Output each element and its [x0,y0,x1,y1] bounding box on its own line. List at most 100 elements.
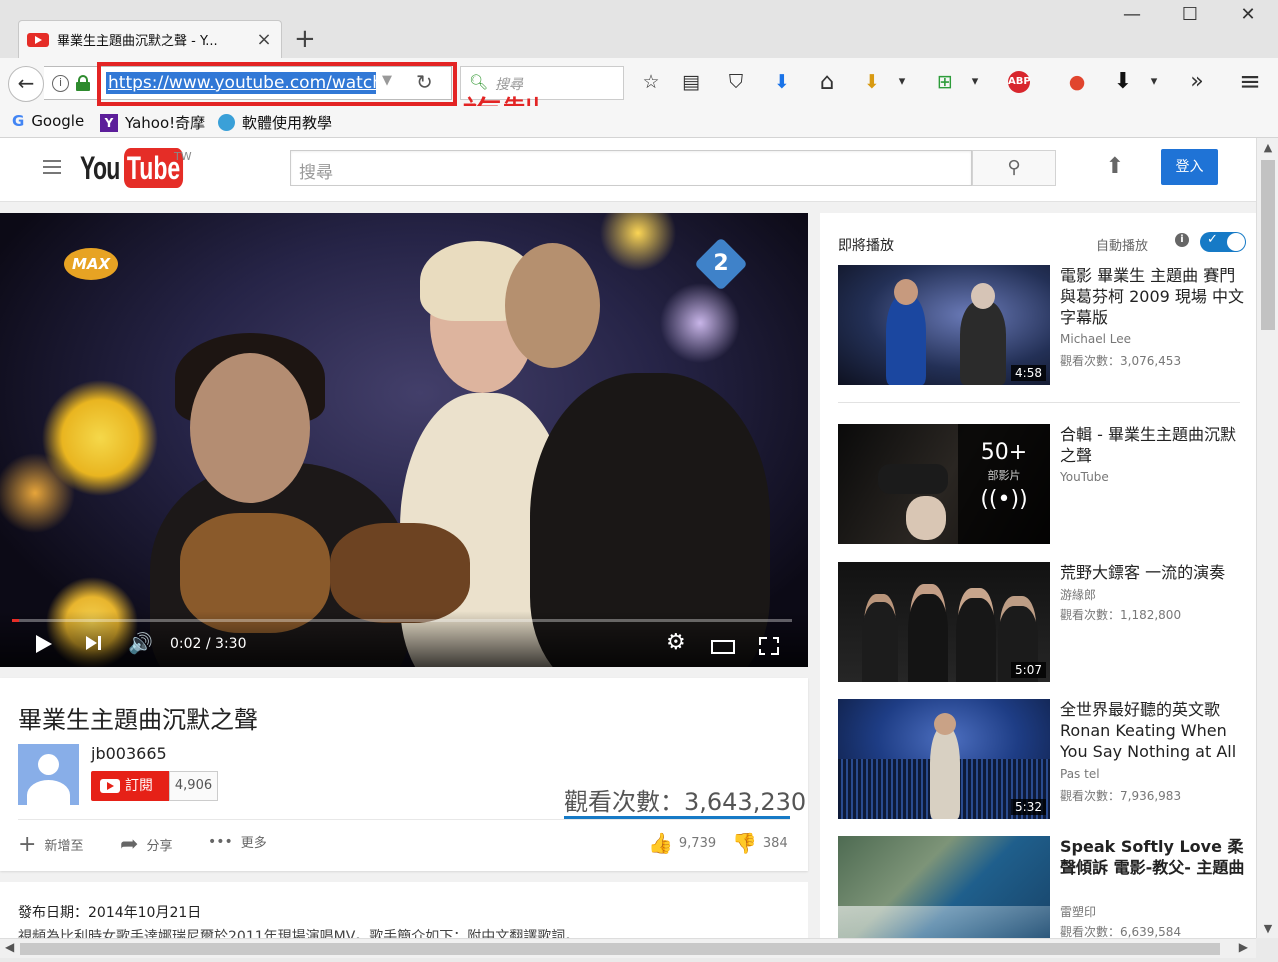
like-button[interactable]: 👍 9,739 [648,831,716,855]
list-item[interactable]: 5:32 全世界最好聽的英文歌 Ronan Keating When You S… [838,699,1248,821]
back-button[interactable]: ← [8,66,44,102]
bookmark-software[interactable]: 軟體使用教學 [218,112,332,133]
view-count: 觀看次數：3,643,230 [564,788,807,816]
scroll-left-icon[interactable]: ◀ [5,940,14,954]
bookmark-label: Yahoo!奇摩 [125,114,206,132]
new-tab-button[interactable]: + [294,24,316,54]
upload-icon[interactable]: ⬆ [1100,154,1130,184]
volume-icon[interactable]: 🔊 [128,631,153,655]
video-thumbnail[interactable] [838,836,1050,938]
view-count: 觀看次數：1,182,800 [1060,608,1182,622]
video-title[interactable]: 合輯 - 畢業生主題曲沉默之聲 [1060,424,1246,466]
dropdown-icon[interactable]: ▾ [892,58,912,106]
bookmark-google[interactable]: G Google [12,112,84,130]
guide-menu-icon[interactable] [43,160,61,174]
thumbs-up-icon: 👍 [648,831,673,855]
share-icon: ➦ [120,832,139,857]
video-thumbnail[interactable]: 5:32 [838,699,1050,819]
site-info-icon[interactable]: i [52,75,69,92]
autoplay-label: 自動播放 [1096,239,1149,254]
musician-shape [862,602,898,682]
video-title[interactable]: 荒野大鏢客 一流的演奏 [1060,562,1246,583]
more-icon: ••• [208,833,233,850]
performer-head [971,283,995,309]
minimize-button[interactable]: — [1118,4,1146,25]
scrollbar-thumb[interactable] [20,943,1220,955]
dropdown-icon[interactable]: ▾ [965,58,985,106]
avatar[interactable] [18,744,79,805]
dropdown-icon[interactable]: ▾ [1144,58,1164,106]
subscribe-button[interactable]: 訂閱 [91,771,169,801]
theater-mode-icon[interactable] [711,640,735,654]
youtube-logo[interactable]: You Tube TW [80,148,206,188]
scroll-right-icon[interactable]: ▶ [1239,940,1248,954]
browser-search-input[interactable]: 搜尋 [495,74,523,94]
list-item[interactable]: 5:07 荒野大鏢客 一流的演奏 游緣郎 觀看次數：1,182,800 [838,562,1248,684]
menu-icon[interactable]: ≡ [1235,58,1265,106]
fullscreen-icon[interactable] [759,637,779,655]
info-icon[interactable]: i [1175,233,1189,247]
singer-shape [930,727,960,819]
url-input[interactable]: https://www.youtube.com/watch [106,72,376,94]
video-player[interactable]: MAX 2 🔊 0:02 / 3:30 ⚙ [0,213,808,667]
video-thumbnail[interactable]: 50+ 部影片 ((•)) [838,424,1050,544]
home-icon[interactable]: ⌂ [812,58,842,106]
dislike-button[interactable]: 👎 384 [732,831,788,855]
translate-icon[interactable]: ⊞ [930,58,960,106]
tab-bar: 畢業生主題曲沉默之聲 - Y... × + — ☐ ✕ [0,0,1278,58]
gear-icon[interactable]: ⚙ [666,630,686,655]
search-button[interactable]: ⚲ [972,150,1056,186]
channel-name[interactable]: jb003665 [91,744,167,763]
tab-close-icon[interactable]: × [255,29,273,50]
scroll-down-icon[interactable]: ▼ [1257,922,1278,935]
video-thumbnail[interactable]: 4:58 [838,265,1050,385]
youtube-search-input[interactable]: 搜尋 [290,150,972,186]
maximize-button[interactable]: ☐ [1176,4,1204,25]
pocket-icon[interactable]: ⛉ [721,58,751,106]
list-item[interactable]: 50+ 部影片 ((•)) 合輯 - 畢業生主題曲沉默之聲 YouTube [838,424,1248,546]
scrollbar-thumb[interactable] [1261,160,1275,330]
divider [838,402,1240,403]
share-button[interactable]: ➦ 分享 [120,832,172,857]
thumbs-down-icon: 👎 [732,831,757,855]
video-title[interactable]: Speak Softly Love 柔聲傾訴 電影-教父- 主題曲 [1060,836,1246,878]
reload-icon[interactable]: ↻ [416,70,433,94]
divider [18,819,790,820]
downloads-icon[interactable]: ⬇ [1108,58,1138,106]
add-to-button[interactable]: + 新增至 [18,832,83,857]
adblock-icon[interactable]: ABP [1004,58,1034,106]
address-bar[interactable]: i https://www.youtube.com/watch ▼ ↻ [44,62,457,106]
reading-list-icon[interactable]: ▤ [676,58,706,106]
microphone-shape [878,464,948,494]
duration-badge: 4:58 [1011,365,1046,381]
horizontal-scrollbar[interactable]: ◀ ▶ [0,938,1256,958]
autoplay-toggle[interactable]: ✓ [1200,232,1246,252]
video-title[interactable]: 全世界最好聽的英文歌 Ronan Keating When You Say No… [1060,699,1246,762]
vertical-scrollbar[interactable]: ▲ ▼ [1256,138,1278,938]
progress-bar[interactable] [12,619,792,622]
time-display: 0:02 / 3:30 [170,636,247,652]
download-helper-icon[interactable]: ⬇ [857,58,887,106]
more-button[interactable]: ••• 更多 [208,832,267,852]
video-title[interactable]: 電影 畢業生 主題曲 賽門與葛芬柯 2009 現場 中文字幕版 [1060,265,1246,328]
fullscreen-corner [759,649,765,655]
dislike-count: 384 [762,835,788,851]
browser-tab-active[interactable]: 畢業生主題曲沉默之聲 - Y... × [18,20,282,58]
search-engine-icon[interactable]: 🔍︎ [469,73,488,91]
video-thumbnail[interactable]: 5:07 [838,562,1050,682]
video-info-card: 畢業生主題曲沉默之聲 jb003665 訂閱 4,906 觀看次數：3,643,… [0,678,808,871]
sign-in-button[interactable]: 登入 [1161,149,1218,185]
progress-fill [12,619,20,622]
download-arrow-icon[interactable]: ⬇ [767,58,797,106]
url-history-dropdown-icon[interactable]: ▼ [382,73,392,88]
bookmark-star-icon[interactable]: ☆ [636,58,666,106]
color-picker-icon[interactable]: ● [1062,58,1092,106]
overflow-icon[interactable]: » [1182,58,1212,106]
play-icon[interactable] [36,635,52,653]
list-item[interactable]: Speak Softly Love 柔聲傾訴 電影-教父- 主題曲 雷塑印 觀看… [838,836,1248,938]
scroll-up-icon[interactable]: ▲ [1257,141,1278,154]
guitarist-left-head [190,353,310,503]
bookmark-yahoo[interactable]: Y Yahoo!奇摩 [100,112,205,133]
close-window-button[interactable]: ✕ [1234,4,1262,25]
list-item[interactable]: 4:58 電影 畢業生 主題曲 賽門與葛芬柯 2009 現場 中文字幕版 Mic… [838,265,1248,387]
